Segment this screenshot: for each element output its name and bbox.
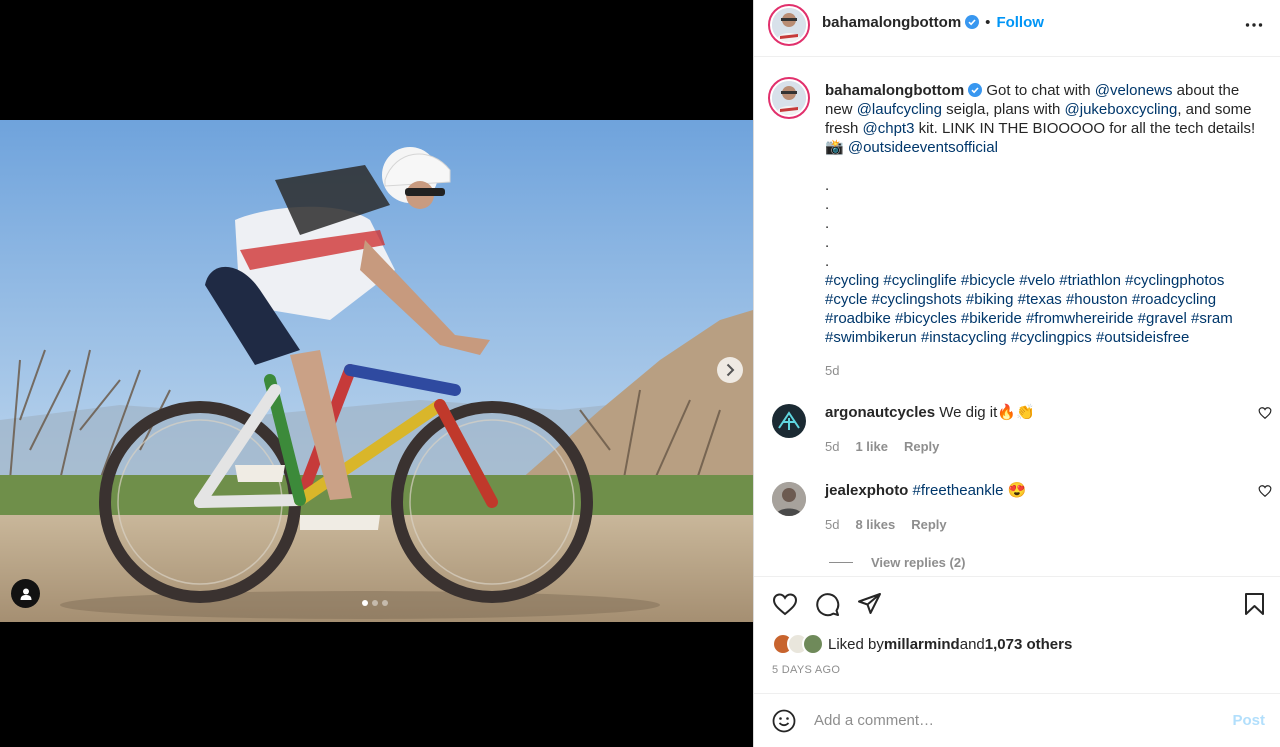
mention-link[interactable]: @laufcycling: [857, 101, 942, 118]
separator-dot: •: [985, 14, 991, 31]
mention-link[interactable]: @velonews: [1095, 82, 1173, 99]
next-photo-button[interactable]: [717, 357, 743, 383]
comment-meta: 5d 8 likes Reply: [825, 517, 947, 532]
liker-avatars[interactable]: [772, 633, 824, 655]
save-bookmark-icon[interactable]: [1244, 592, 1265, 616]
comment-text: We dig it🔥👏: [939, 404, 1035, 421]
caption-text: Got to chat with: [986, 82, 1095, 99]
caption-text: seigla, plans with: [941, 101, 1065, 118]
likes-mid: and: [959, 635, 985, 653]
reply-button[interactable]: Reply: [911, 517, 946, 532]
carousel-dot: [362, 600, 368, 606]
likes-prefix: Liked by: [828, 635, 884, 653]
commenter-avatar[interactable]: [772, 404, 806, 438]
post-actions: Liked by millarmind and 1,073 others 5 D…: [754, 576, 1280, 693]
post-caption: bahamalongbottom Got to chat with @velon…: [825, 81, 1265, 380]
carousel-dot: [382, 600, 388, 606]
comment-likes[interactable]: 8 likes: [855, 517, 895, 532]
caption-dot: .: [825, 234, 830, 251]
argonaut-logo-icon: [778, 411, 800, 430]
likes-summary: Liked by millarmind and 1,073 others: [772, 633, 1072, 655]
post-photo[interactable]: [0, 120, 753, 622]
comment-meta: 5d 1 like Reply: [825, 439, 939, 454]
tagged-users-button[interactable]: [11, 579, 40, 608]
verified-badge-icon: [965, 15, 980, 29]
media-viewer: [0, 0, 753, 747]
caption-dot: .: [825, 253, 830, 270]
emoji-icon[interactable]: [772, 709, 796, 733]
comment-item: argonautcycles We dig it🔥👏 5d 1 like Rep…: [772, 404, 1272, 464]
like-heart-icon[interactable]: [772, 592, 798, 616]
caption-author-avatar[interactable]: [768, 77, 810, 119]
caption-dot: .: [825, 177, 830, 194]
verified-badge-icon: [968, 83, 983, 97]
comment-emoji: 😍: [1007, 482, 1027, 499]
photo-avatar-icon: [772, 482, 806, 516]
chevron-right-icon: [726, 363, 735, 377]
comment-body: argonautcycles We dig it🔥👏: [825, 404, 1245, 422]
divider-line: [829, 562, 853, 563]
carousel-indicator: [362, 600, 388, 606]
caption-hashtags[interactable]: #cycling #cyclinglife #bicycle #velo #tr…: [825, 271, 1265, 347]
comment-input[interactable]: Add a comment…: [814, 712, 934, 729]
hashtag-link[interactable]: #freetheankle: [913, 482, 1004, 499]
comment-time[interactable]: 5d: [825, 439, 839, 454]
likes-count[interactable]: 1,073 others: [985, 636, 1073, 653]
mention-link[interactable]: @jukeboxcycling: [1065, 101, 1178, 118]
header-user-line: bahamalongbottom • Follow: [822, 14, 1044, 31]
caption-dot: .: [825, 215, 830, 232]
author-username[interactable]: bahamalongbottom: [822, 14, 961, 31]
carousel-dot: [372, 600, 378, 606]
heart-icon[interactable]: [1258, 484, 1272, 498]
view-replies-button[interactable]: View replies (2): [829, 555, 965, 570]
mention-link[interactable]: @outsideeventsofficial: [848, 139, 998, 156]
heart-icon[interactable]: [1258, 406, 1272, 420]
post-timestamp[interactable]: 5 DAYS AGO: [772, 664, 840, 676]
comment-icon[interactable]: [815, 592, 840, 617]
more-horizontal-icon[interactable]: [1245, 22, 1263, 28]
comment-likes[interactable]: 1 like: [855, 439, 888, 454]
commenter-avatar[interactable]: [772, 482, 806, 516]
comment-username[interactable]: argonautcycles: [825, 404, 935, 421]
caption-text: kit. LINK IN THE BIOOOOO for all the tec…: [914, 120, 1256, 137]
author-avatar[interactable]: [768, 4, 810, 46]
camera-emoji: 📸: [825, 139, 844, 156]
add-comment-bar: Add a comment… Post: [754, 693, 1280, 747]
post-comment-button[interactable]: Post: [1232, 712, 1265, 729]
mention-link[interactable]: @chpt3: [863, 120, 915, 137]
caption-dot: .: [825, 196, 830, 213]
reply-button[interactable]: Reply: [904, 439, 939, 454]
caption-timestamp[interactable]: 5d: [825, 361, 1265, 380]
comments-scroll-area[interactable]: bahamalongbottom Got to chat with @velon…: [754, 57, 1280, 576]
share-icon[interactable]: [857, 592, 882, 616]
user-icon: [20, 588, 31, 600]
comment-time[interactable]: 5d: [825, 517, 839, 532]
comment-body: jealexphoto #freetheankle 😍: [825, 482, 1245, 500]
comment-item: jealexphoto #freetheankle 😍 5d 8 likes R…: [772, 482, 1272, 542]
view-replies-label: View replies (2): [871, 555, 966, 570]
liker-avatar: [802, 633, 824, 655]
post-header: bahamalongbottom • Follow: [754, 0, 1280, 57]
comment-username[interactable]: jealexphoto: [825, 482, 908, 499]
post-details-panel: bahamalongbottom • Follow bahamalongbottom…: [753, 0, 1280, 747]
caption-username[interactable]: bahamalongbottom: [825, 82, 964, 99]
liker-username[interactable]: millarmind: [884, 636, 960, 653]
follow-button[interactable]: Follow: [996, 14, 1044, 31]
